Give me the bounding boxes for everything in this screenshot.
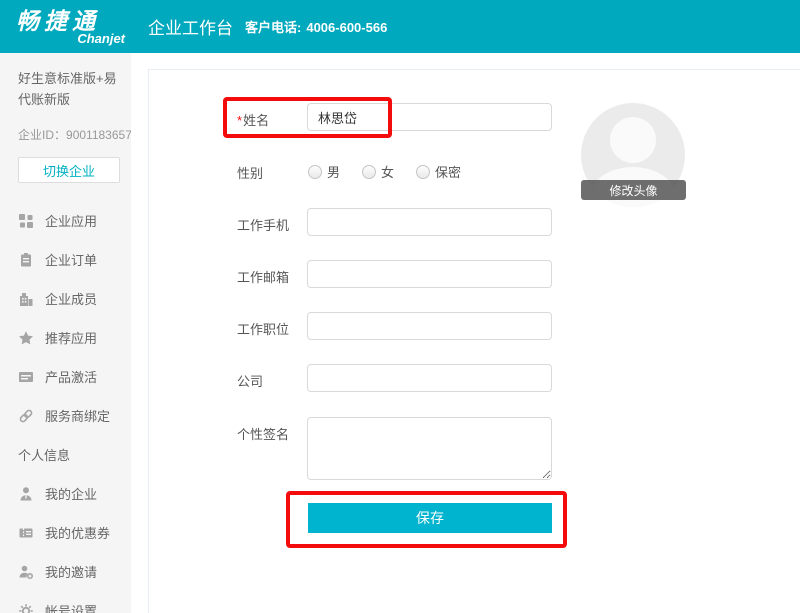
main-content: *姓名 性别 男 女 保密 工作手机 工作邮箱 工作职位 [131, 53, 800, 613]
sidebar-item-my-invitations[interactable]: 我的邀请 [18, 552, 119, 591]
person-plus-icon [18, 564, 34, 580]
star-icon [18, 330, 34, 346]
chanjet-logo[interactable]: 畅捷通 Chanjet [0, 9, 131, 45]
enterprise-id-label: 企业ID： [18, 128, 66, 142]
sidebar-item-label: 帐号设置 [45, 601, 97, 613]
signature-textarea[interactable] [307, 417, 552, 480]
app-header: 畅捷通 Chanjet 企业工作台 客户电话: 4006-600-566 [0, 0, 800, 53]
gender-radio-male[interactable]: 男 [308, 162, 340, 181]
work-phone-input[interactable] [307, 208, 552, 236]
gender-label: 性别 [237, 163, 263, 182]
name-label: *姓名 [237, 110, 269, 129]
sidebar-item-label: 推荐应用 [45, 328, 97, 347]
building-icon [18, 291, 34, 307]
sidebar-item-label: 企业订单 [45, 250, 97, 269]
save-button[interactable]: 保存 [308, 503, 552, 533]
signature-label: 个性签名 [237, 424, 289, 443]
personal-menu: 我的企业 我的优惠券 我的邀请 帐号设置 [18, 474, 119, 613]
company-label: 公司 [237, 371, 263, 390]
work-position-input[interactable] [307, 312, 552, 340]
sidebar-item-enterprise-members[interactable]: 企业成员 [18, 279, 119, 318]
person-tie-icon [18, 486, 34, 502]
logo-text-cn: 畅捷通 [16, 9, 131, 33]
sidebar-item-recommended-apps[interactable]: 推荐应用 [18, 318, 119, 357]
work-phone-label: 工作手机 [237, 215, 289, 234]
phone-label: 客户电话: [245, 20, 301, 35]
sidebar-item-label: 服务商绑定 [45, 406, 110, 425]
sidebar-item-account-settings[interactable]: 帐号设置 [18, 591, 119, 613]
product-name: 好生意标准版+易代账新版 [18, 68, 118, 110]
link-icon [18, 408, 34, 424]
app-root: 畅捷通 Chanjet 企业工作台 客户电话: 4006-600-566 好生意标… [0, 0, 800, 613]
personal-info-section-title: 个人信息 [18, 435, 119, 474]
change-avatar-button[interactable]: 修改头像 [581, 180, 686, 200]
gender-radio-group: 男 女 保密 [308, 162, 461, 181]
sidebar-item-enterprise-orders[interactable]: 企业订单 [18, 240, 119, 279]
switch-enterprise-button[interactable]: 切换企业 [18, 157, 120, 183]
company-input[interactable] [307, 364, 552, 392]
grid-icon [18, 213, 34, 229]
sidebar-item-label: 我的企业 [45, 484, 97, 503]
gender-radio-female[interactable]: 女 [362, 162, 394, 181]
enterprise-id-value: 90011836579 [66, 128, 139, 142]
card-icon [18, 369, 34, 385]
required-mark: * [237, 113, 242, 128]
workbench-title: 企业工作台 [148, 14, 233, 39]
work-email-input[interactable] [307, 260, 552, 288]
sidebar-item-service-provider-binding[interactable]: 服务商绑定 [18, 396, 119, 435]
name-input[interactable] [307, 103, 552, 131]
enterprise-id: 企业ID：90011836579 [18, 126, 119, 143]
gender-radio-secret[interactable]: 保密 [416, 162, 461, 181]
sidebar-item-enterprise-apps[interactable]: 企业应用 [18, 201, 119, 240]
order-icon [18, 252, 34, 268]
work-position-label: 工作职位 [237, 319, 289, 338]
coupon-icon [18, 525, 34, 541]
gear-icon [18, 603, 34, 613]
sidebar-item-my-enterprise[interactable]: 我的企业 [18, 474, 119, 513]
sidebar-item-label: 我的邀请 [45, 562, 97, 581]
radio-circle-icon[interactable] [308, 165, 322, 179]
phone-number: 4006-600-566 [306, 20, 387, 35]
customer-phone: 客户电话: 4006-600-566 [245, 17, 387, 36]
avatar-head-shape [610, 117, 656, 163]
sidebar-item-label: 企业应用 [45, 211, 97, 230]
radio-circle-icon[interactable] [362, 165, 376, 179]
radio-circle-icon[interactable] [416, 165, 430, 179]
enterprise-menu: 企业应用 企业订单 企业成员 推荐应用 [18, 201, 119, 435]
sidebar-item-label: 我的优惠券 [45, 523, 110, 542]
sidebar-item-product-activation[interactable]: 产品激活 [18, 357, 119, 396]
sidebar-item-label: 企业成员 [45, 289, 97, 308]
sidebar-item-my-coupons[interactable]: 我的优惠券 [18, 513, 119, 552]
sidebar: 好生意标准版+易代账新版 企业ID：90011836579 切换企业 企业应用 … [0, 53, 131, 613]
work-email-label: 工作邮箱 [237, 267, 289, 286]
sidebar-item-label: 产品激活 [45, 367, 97, 386]
